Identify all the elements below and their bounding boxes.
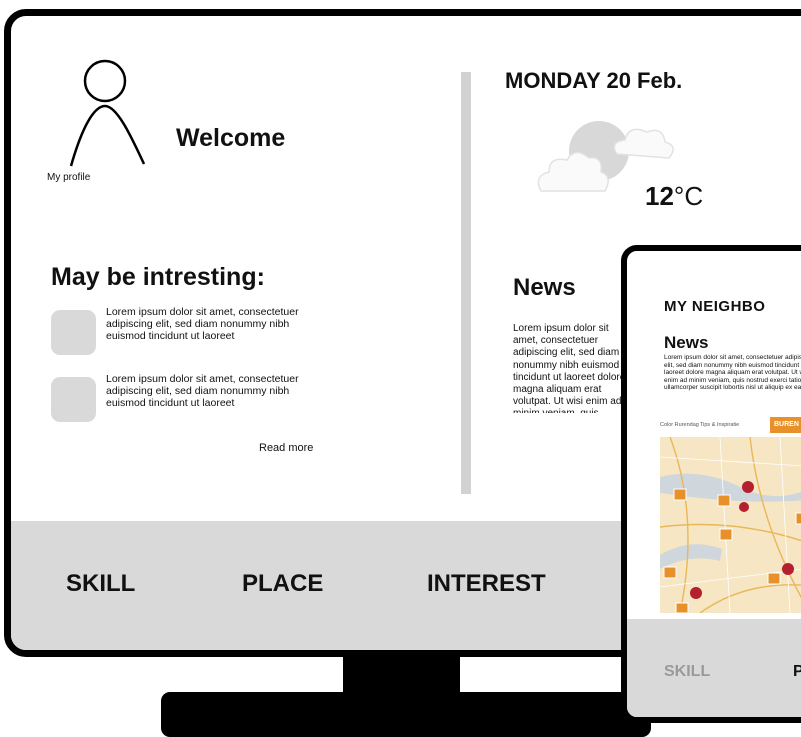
- map-tab[interactable]: Color Rurendag: [660, 422, 699, 428]
- tablet-nav-bar: [627, 619, 801, 717]
- monitor-stand-base: [161, 692, 651, 737]
- welcome-heading: Welcome: [176, 124, 286, 152]
- tablet-nav-place[interactable]: P: [793, 663, 801, 681]
- column-divider: [461, 72, 471, 494]
- tablet-news-title: News: [664, 333, 709, 352]
- tablet-nav-skill[interactable]: SKILL: [664, 663, 710, 681]
- interesting-title: May be intresting:: [51, 263, 265, 291]
- tablet-news-text: Lorem ipsum dolor sit amet, consectetuer…: [664, 354, 801, 392]
- news-title: News: [513, 274, 576, 301]
- temperature-value: 12: [645, 181, 674, 211]
- nav-place[interactable]: PLACE: [242, 570, 323, 598]
- map-tab[interactable]: Tips & Inspiratie: [700, 422, 739, 428]
- map-tabs: Color Rurendag Tips & Inspiratie BUREN: [660, 413, 801, 437]
- read-more-link[interactable]: Read more: [259, 442, 313, 454]
- item-thumbnail[interactable]: [51, 310, 96, 355]
- nav-skill[interactable]: SKILL: [66, 570, 135, 598]
- news-text: Lorem ipsum dolor sit amet, consectetuer…: [513, 323, 626, 413]
- item-thumbnail[interactable]: [51, 377, 96, 422]
- profile-label[interactable]: My profile: [47, 172, 90, 183]
- item-text: Lorem ipsum dolor sit amet, consectetuer…: [106, 373, 299, 410]
- temperature: 12°C: [645, 181, 703, 212]
- neighborhood-map[interactable]: Color Rurendag Tips & Inspiratie BUREN: [660, 413, 801, 613]
- nav-interest[interactable]: INTEREST: [427, 570, 546, 598]
- list-item[interactable]: Lorem ipsum dolor sit amet, consectetuer…: [51, 306, 331, 366]
- item-text: Lorem ipsum dolor sit amet, consectetuer…: [106, 306, 299, 343]
- tablet-title: MY NEIGHBO: [664, 298, 766, 315]
- monitor-stand-neck: [343, 655, 460, 695]
- date-heading: MONDAY 20 Feb.: [505, 68, 683, 93]
- list-item[interactable]: Lorem ipsum dolor sit amet, consectetuer…: [51, 373, 331, 433]
- tablet-screen: MY NEIGHBO News Lorem ipsum dolor sit am…: [621, 245, 801, 723]
- map-canvas[interactable]: [660, 437, 801, 613]
- profile-avatar-icon[interactable]: [59, 56, 159, 171]
- buren-badge[interactable]: BUREN: [770, 417, 801, 433]
- temperature-unit: °C: [673, 181, 704, 211]
